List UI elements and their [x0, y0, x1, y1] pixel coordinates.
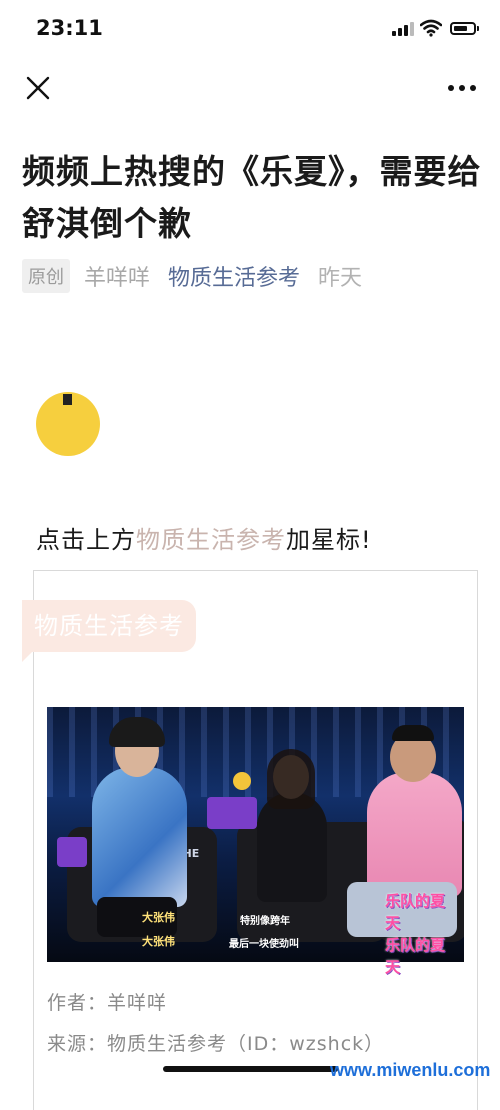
bubble-tail — [22, 652, 32, 662]
show-logo-line-2: 乐队的夏天 — [385, 936, 446, 976]
article-meta: 原创 羊咩咩 物质生活参考 昨天 — [22, 258, 362, 294]
star-account[interactable]: 物质生活参考 — [136, 526, 286, 554]
star-suffix: 加星标! — [286, 526, 372, 554]
author-name: 羊咩咩 — [84, 266, 151, 291]
status-time: 23:11 — [36, 16, 103, 40]
subtitle-2: 最后一块使劲叫 — [229, 939, 299, 950]
home-indicator[interactable] — [163, 1066, 338, 1072]
star-prompt: 点击上方物质生活参考加星标! — [36, 520, 372, 555]
show-logo: 乐队的夏天 乐队的夏天 — [385, 890, 455, 976]
battery-tip — [477, 26, 479, 31]
name-tag-1: 大张伟 — [142, 911, 175, 924]
article-title: 频频上热搜的《乐夏》，需要给舒淇倒个歉 — [22, 152, 482, 243]
card-source-line: 来源：物质生活参考（ID：wzshck） — [47, 1033, 385, 1055]
close-icon[interactable] — [24, 74, 52, 102]
watermark: www.miwenlu.com — [330, 1060, 491, 1080]
battery-icon — [450, 22, 476, 35]
account-bubble: 物质生活参考 — [22, 600, 196, 652]
card-author-line: 作者：羊咩咩 — [47, 992, 168, 1014]
signal-icon — [392, 22, 414, 36]
status-bar: 23:11 — [0, 0, 500, 60]
publish-date: 昨天 — [318, 266, 363, 291]
account-link[interactable]: 物质生活参考 — [168, 260, 300, 292]
show-logo-line-1: 乐队的夏天 — [385, 892, 446, 932]
more-icon[interactable] — [446, 80, 478, 96]
star-prefix: 点击上方 — [36, 526, 136, 554]
name-tag-2: 大张伟 — [142, 935, 175, 948]
subtitle-1: 特别像跨年 — [240, 916, 290, 927]
decorative-dot — [36, 392, 100, 456]
wifi-icon — [420, 19, 442, 37]
original-tag: 原创 — [22, 259, 70, 293]
